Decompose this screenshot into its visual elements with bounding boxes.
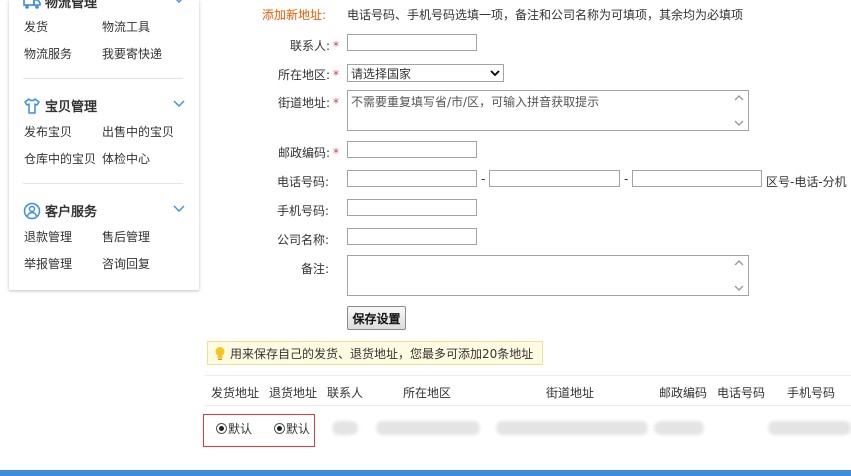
mobile-label: 手机号码: — [276, 204, 329, 218]
company-input[interactable] — [347, 228, 477, 245]
phone-format-hint: 区号-电话-分机 — [766, 175, 847, 189]
scroll-up-icon[interactable] — [734, 95, 744, 101]
sidebar-link-logistics-service[interactable]: 物流服务 — [24, 45, 72, 62]
contact-input[interactable] — [347, 34, 477, 51]
divider — [23, 78, 183, 79]
scroll-down-icon[interactable] — [734, 285, 744, 291]
column-header: 联系人 — [327, 386, 364, 400]
shirt-icon — [23, 97, 41, 115]
chevron-down-icon — [490, 69, 500, 76]
radio-label: 默认 — [228, 422, 253, 436]
divider — [205, 405, 851, 406]
redacted-contact — [332, 421, 358, 435]
section-title-label: 宝贝管理 — [45, 100, 98, 115]
sidebar-link-inquiry-reply[interactable]: 咨询回复 — [102, 255, 150, 272]
column-header: 发货地址 — [211, 386, 260, 400]
sidebar-link-send-express[interactable]: 我要寄快递 — [102, 45, 162, 62]
region-label: 所在地区: * — [277, 68, 339, 82]
user-icon — [23, 202, 41, 220]
column-header: 电话号码 — [717, 386, 766, 400]
postcode-input[interactable] — [347, 141, 477, 158]
section-title-customer-service[interactable]: 客户服务 — [23, 201, 97, 220]
chevron-down-icon[interactable] — [173, 0, 185, 4]
column-header: 街道地址 — [546, 386, 595, 400]
address-table-header: 发货地址 退货地址 联系人 所在地区 街道地址 邮政编码 电话号码 手机号码 — [205, 375, 851, 406]
remark-textarea[interactable] — [347, 255, 749, 296]
info-tip: 用来保存自己的发货、退货地址，您最多可添加20条地址 — [207, 341, 543, 365]
section-title-items[interactable]: 宝贝管理 — [23, 96, 97, 115]
form-header-label: 添加新地址: — [261, 8, 326, 22]
divider — [23, 183, 183, 184]
lightbulb-icon — [215, 346, 225, 360]
default-ship-radio[interactable]: 默认 — [216, 420, 252, 437]
phone-separator: - — [481, 172, 486, 186]
section-title-logistics[interactable]: 物流管理 — [23, 0, 97, 11]
scrollbar[interactable] — [731, 92, 747, 129]
scroll-up-icon[interactable] — [734, 260, 744, 266]
street-textarea[interactable]: 不需要重复填写省/市/区，可输入拼音获取提示 — [347, 90, 749, 131]
column-header: 手机号码 — [787, 386, 836, 400]
remark-label: 备注: — [300, 262, 329, 276]
sidebar-link-ship[interactable]: 发货 — [24, 18, 48, 35]
sidebar-link-report[interactable]: 举报管理 — [24, 255, 72, 272]
country-select-value: 请选择国家 — [351, 66, 412, 81]
postcode-label: 邮政编码: * — [277, 146, 339, 160]
info-tip-text: 用来保存自己的发货、退货地址，您最多可添加20条地址 — [230, 346, 534, 361]
sidebar-link-publish-item[interactable]: 发布宝贝 — [24, 123, 72, 140]
form-notice: 电话号码、手机号码选填一项，备注和公司名称为可填项，其余均为必填项 — [347, 8, 744, 22]
sidebar-link-after-sales[interactable]: 售后管理 — [102, 228, 150, 245]
contact-label: 联系人: * — [289, 39, 339, 53]
company-label: 公司名称: — [276, 233, 329, 247]
street-placeholder: 不需要重复填写省/市/区，可输入拼音获取提示 — [351, 95, 600, 109]
sidebar-link-items-on-sale[interactable]: 出售中的宝贝 — [102, 123, 174, 140]
mobile-input[interactable] — [347, 199, 477, 216]
redacted-mobile — [768, 421, 851, 435]
scrollbar[interactable] — [731, 257, 747, 294]
sidebar-link-health-check[interactable]: 体检中心 — [102, 150, 150, 167]
radio-icon — [216, 423, 227, 434]
phone-separator: - — [624, 172, 629, 186]
redacted-street — [496, 421, 648, 435]
radio-label: 默认 — [286, 422, 311, 436]
chevron-down-icon[interactable] — [173, 100, 185, 108]
phone-number-input[interactable] — [489, 170, 620, 187]
bottom-bar — [0, 470, 851, 476]
country-select[interactable]: 请选择国家 — [347, 64, 504, 82]
sidebar: 物流管理 发货 物流工具 物流服务 我要寄快递 宝贝管理 发布宝贝 出售中的宝贝… — [9, 0, 199, 290]
chevron-down-icon[interactable] — [173, 205, 185, 213]
section-title-label: 客户服务 — [45, 205, 98, 220]
section-title-label: 物流管理 — [45, 0, 98, 11]
column-header: 退货地址 — [269, 386, 318, 400]
save-settings-button[interactable]: 保存设置 — [347, 306, 406, 330]
column-header: 邮政编码 — [659, 386, 708, 400]
phone-label: 电话号码: — [276, 175, 329, 189]
column-header: 所在地区 — [403, 386, 452, 400]
sidebar-link-logistics-tools[interactable]: 物流工具 — [102, 18, 150, 35]
street-label: 街道地址: * — [277, 96, 339, 110]
phone-extension-input[interactable] — [632, 170, 762, 187]
radio-icon — [274, 423, 285, 434]
phone-area-code-input[interactable] — [347, 170, 477, 187]
redacted-postcode — [654, 421, 704, 435]
redacted-region — [376, 421, 480, 435]
sidebar-link-refund[interactable]: 退款管理 — [24, 228, 72, 245]
default-return-radio[interactable]: 默认 — [274, 420, 310, 437]
scroll-down-icon[interactable] — [734, 120, 744, 126]
truck-icon — [23, 0, 41, 11]
sidebar-link-items-in-warehouse[interactable]: 仓库中的宝贝 — [24, 150, 96, 167]
